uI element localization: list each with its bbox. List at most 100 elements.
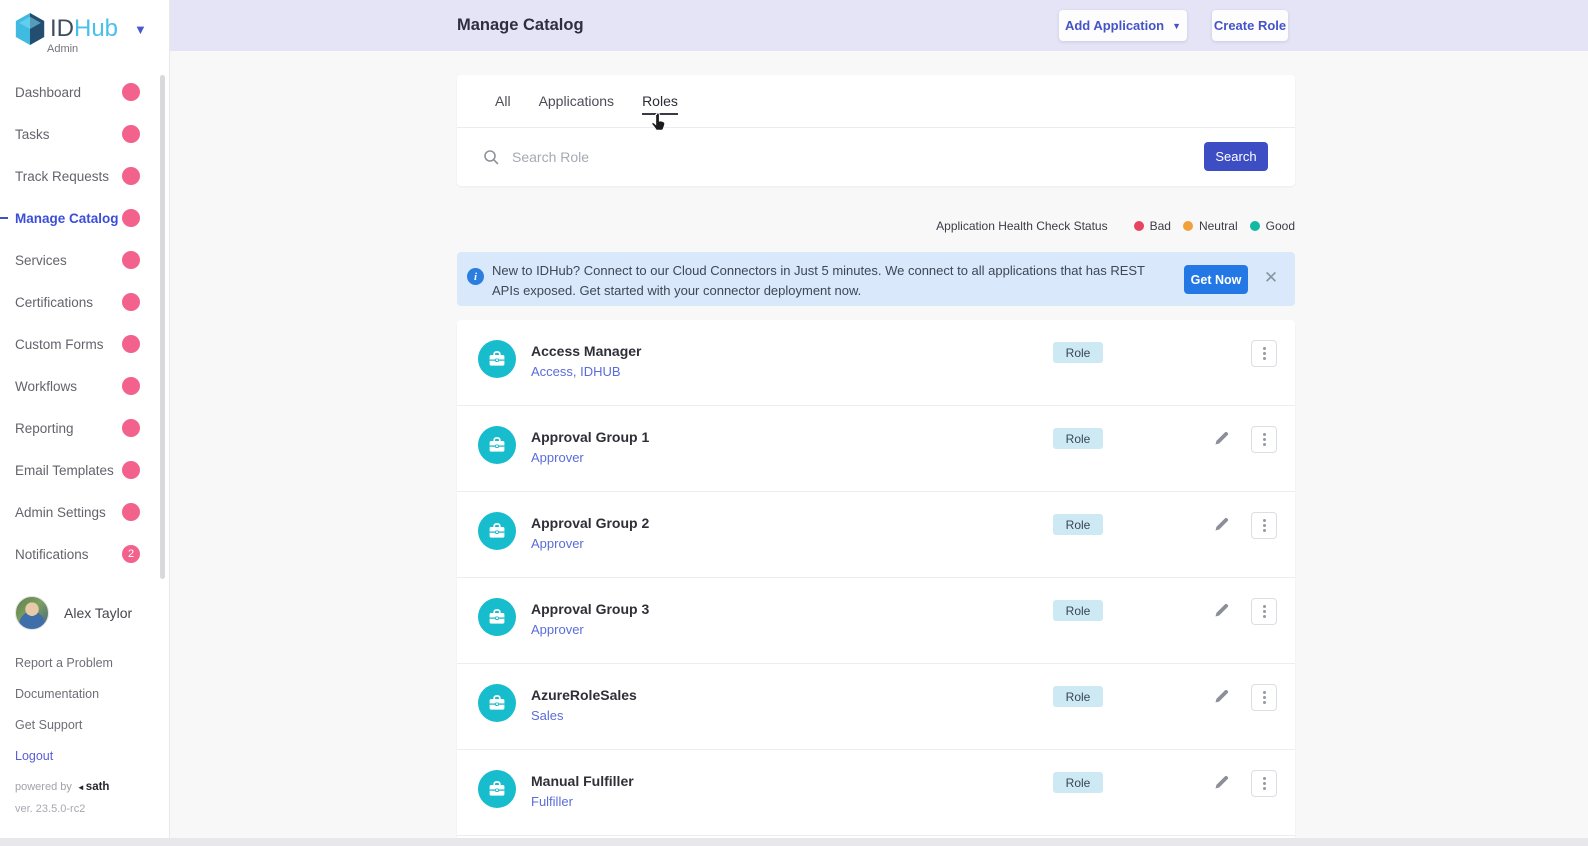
catalog-item-title: Approval Group 2 [531,515,649,531]
report-a-problem-link[interactable]: Report a Problem [15,647,155,678]
catalog-item-title: Access Manager [531,343,642,359]
close-icon[interactable]: ✕ [1261,268,1281,288]
app-window: IDHub ▼ Admin Dashboard Tasks Track Requ… [0,0,1588,846]
catalog-item-category-link[interactable]: Approver [531,622,584,637]
search-button[interactable]: Search [1204,142,1268,171]
sidebar-item-label: Custom Forms [15,337,104,352]
kebab-menu-button[interactable] [1251,598,1277,625]
banner-text: New to IDHub? Connect to our Cloud Conne… [492,261,1170,301]
role-briefcase-icon [478,684,516,722]
sidebar-item-track-requests[interactable]: Track Requests [0,155,169,197]
catalog-item-category-link[interactable]: Access, IDHUB [531,364,621,379]
health-check-legend: Application Health Check Status Bad Neut… [936,219,1295,233]
bad-status-dot-icon [1134,221,1144,231]
role-briefcase-icon [478,340,516,378]
get-now-button[interactable]: Get Now [1184,265,1248,294]
logout-link[interactable]: Logout [15,740,155,771]
kebab-menu-button[interactable] [1251,512,1277,539]
sidebar-item-certifications[interactable]: Certifications [0,281,169,323]
notification-count-badge [122,83,140,101]
create-role-button[interactable]: Create Role [1212,10,1288,41]
page-title: Manage Catalog [457,0,584,51]
edit-pencil-icon[interactable] [1213,429,1233,449]
catalog-row: Manual Fulfiller Fulfiller Role [457,750,1295,836]
role-type-badge: Role [1053,342,1103,363]
sidebar-item-label: Notifications [15,547,89,562]
sidebar-item-label: Track Requests [15,169,109,184]
sidebar-footer-links: Report a Problem Documentation Get Suppo… [15,647,155,771]
search-input[interactable] [512,149,1204,165]
catalog-item-category-link[interactable]: Approver [531,450,584,465]
sidebar-item-label: Dashboard [15,85,81,100]
sidebar-item-label: Manage Catalog [15,211,119,226]
chevron-down-icon: ▼ [1172,21,1181,31]
sidebar-nav: Dashboard Tasks Track Requests Manage Ca… [0,71,169,575]
sidebar-item-notifications[interactable]: Notifications 2 [0,533,169,575]
catalog-row: AzureRoleSales Sales Role [457,664,1295,750]
kebab-menu-button[interactable] [1251,426,1277,453]
kebab-menu-button[interactable] [1251,770,1277,797]
brand-dropdown-caret-icon[interactable]: ▼ [134,22,147,37]
catalog-item-title: Approval Group 1 [531,429,649,445]
edit-pencil-icon[interactable] [1213,601,1233,621]
tab-bar: All Applications Roles [457,75,1295,128]
catalog-item-category-link[interactable]: Approver [531,536,584,551]
notification-count-badge [122,377,140,395]
sidebar-item-label: Admin Settings [15,505,106,520]
catalog-item-title: Approval Group 3 [531,601,649,617]
connector-info-banner: i New to IDHub? Connect to our Cloud Con… [457,252,1295,306]
edit-pencil-icon[interactable] [1213,687,1233,707]
sidebar: IDHub ▼ Admin Dashboard Tasks Track Requ… [0,0,170,838]
neutral-status-dot-icon [1183,221,1193,231]
sidebar-scrollbar[interactable] [160,75,165,579]
sidebar-item-custom-forms[interactable]: Custom Forms [0,323,169,365]
edit-pencil-icon[interactable] [1213,515,1233,535]
notification-count-badge [122,503,140,521]
idhub-hexagon-icon [13,12,47,46]
sidebar-item-label: Workflows [15,379,77,394]
catalog-list: Access Manager Access, IDHUB Role Approv… [457,320,1295,839]
role-briefcase-icon [478,512,516,550]
catalog-item-category-link[interactable]: Fulfiller [531,794,573,809]
sidebar-item-email-templates[interactable]: Email Templates [0,449,169,491]
notification-count-badge [122,251,140,269]
brand-logo[interactable]: IDHub ▼ [13,12,147,46]
sidebar-item-tasks[interactable]: Tasks [0,113,169,155]
role-briefcase-icon [478,598,516,636]
good-status-dot-icon [1250,221,1260,231]
get-support-link[interactable]: Get Support [15,709,155,740]
tab-applications[interactable]: Applications [539,90,615,112]
brand-wordmark: IDHub [50,15,118,43]
catalog-row: Approval Group 2 Approver Role [457,492,1295,578]
notification-count-badge [122,293,140,311]
kebab-menu-button[interactable] [1251,684,1277,711]
avatar [15,596,49,630]
notification-count-badge [122,335,140,353]
version-label: ver. 23.5.0-rc2 [15,803,85,815]
catalog-item-title: AzureRoleSales [531,687,637,703]
catalog-item-category-link[interactable]: Sales [531,708,564,723]
legend-title: Application Health Check Status [936,219,1107,233]
sidebar-item-services[interactable]: Services [0,239,169,281]
documentation-link[interactable]: Documentation [15,678,155,709]
top-header: Manage Catalog Add Application ▼ Create … [170,0,1588,51]
notification-count-badge [122,419,140,437]
tab-roles[interactable]: Roles [642,90,678,112]
role-type-badge: Role [1053,428,1103,449]
role-type-badge: Role [1053,772,1103,793]
edit-pencil-icon[interactable] [1213,773,1233,793]
sidebar-item-reporting[interactable]: Reporting [0,407,169,449]
kebab-menu-button[interactable] [1251,340,1277,367]
tab-all[interactable]: All [495,90,511,112]
sidebar-item-workflows[interactable]: Workflows [0,365,169,407]
add-application-button[interactable]: Add Application ▼ [1059,10,1187,41]
sidebar-item-dashboard[interactable]: Dashboard [0,71,169,113]
notification-count-badge [122,167,140,185]
sidebar-item-manage-catalog[interactable]: Manage Catalog [0,197,169,239]
user-name: Alex Taylor [64,605,132,621]
user-profile[interactable]: Alex Taylor [15,596,132,630]
sidebar-item-admin-settings[interactable]: Admin Settings [0,491,169,533]
search-icon [483,149,499,165]
catalog-row: Access Manager Access, IDHUB Role [457,320,1295,406]
sidebar-item-label: Email Templates [15,463,114,478]
